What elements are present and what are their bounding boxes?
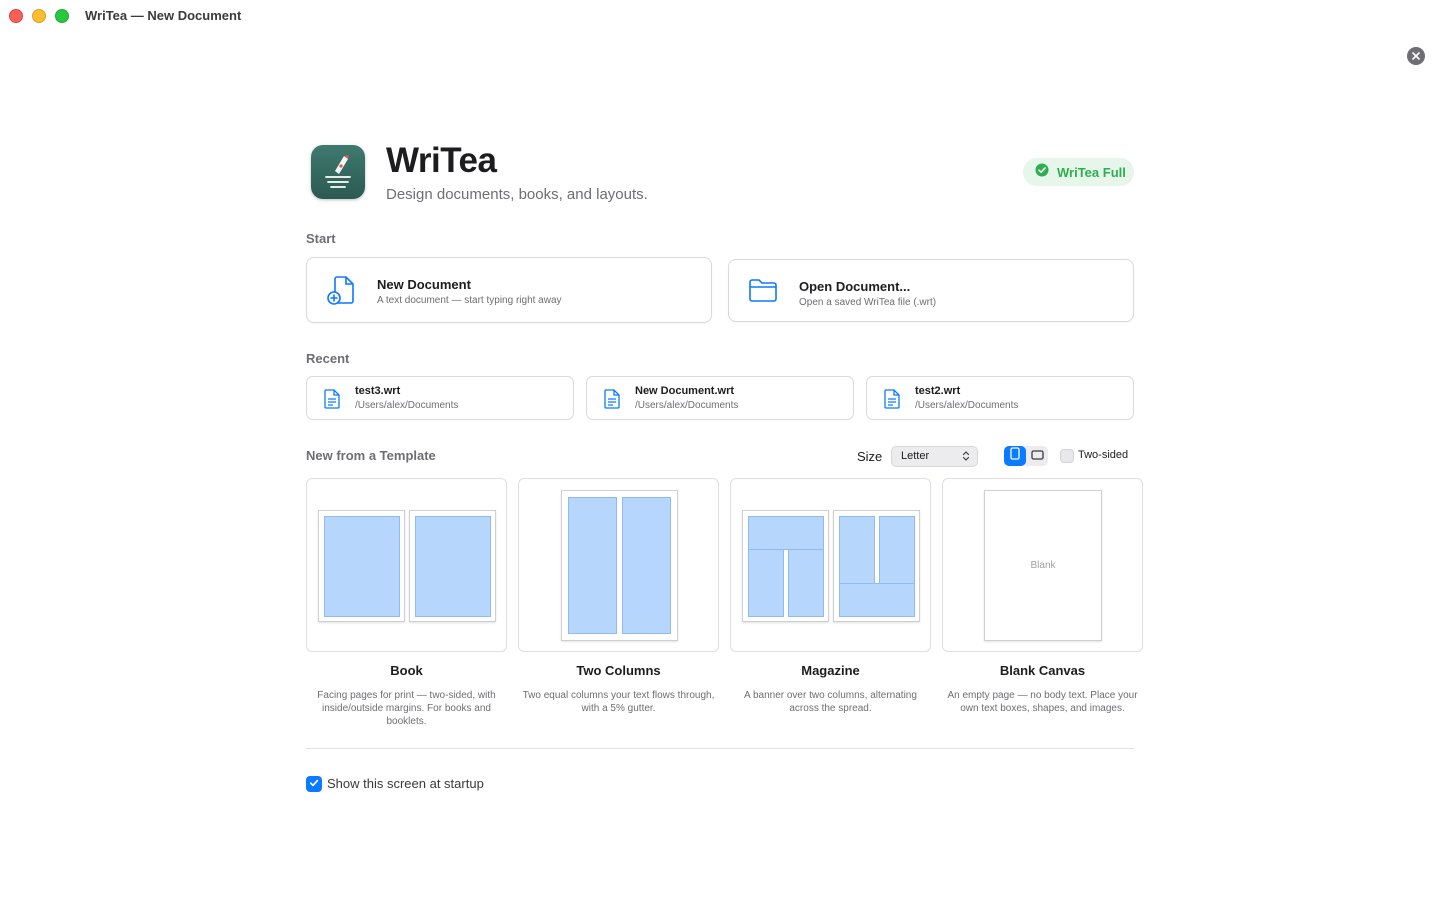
checkmark-icon xyxy=(309,775,319,793)
divider xyxy=(306,748,1134,749)
recent-item-path: /Users/alex/Documents xyxy=(355,400,459,411)
right-page-preview xyxy=(833,510,920,622)
two-sided-checkbox[interactable] xyxy=(1060,449,1074,463)
document-icon xyxy=(323,389,341,409)
pen-nib-icon xyxy=(311,145,365,199)
column-block xyxy=(568,497,617,634)
template-blank-canvas-card[interactable]: Blank xyxy=(942,478,1143,652)
column-block xyxy=(788,549,824,617)
template-blank-canvas-description: An empty page — no body text. Place your… xyxy=(947,690,1138,714)
recent-item-name: test2.wrt xyxy=(915,385,961,397)
template-two-columns-title: Two Columns xyxy=(576,663,661,678)
open-document-title: Open Document... xyxy=(799,279,911,294)
size-label: Size xyxy=(857,449,883,464)
page-preview xyxy=(561,490,678,641)
template-book-title: Book xyxy=(390,663,423,678)
check-seal-icon xyxy=(1035,163,1049,182)
template-two-columns-description: Two equal columns your text flows throug… xyxy=(522,690,715,714)
left-page-preview xyxy=(318,510,405,622)
welcome-window: WriTea — New Document WriTea Design docu… xyxy=(0,0,1440,900)
recent-item-name: test3.wrt xyxy=(355,385,401,397)
window-minimize-button[interactable] xyxy=(32,9,46,23)
left-page-preview xyxy=(742,510,829,622)
column-block xyxy=(748,549,784,617)
templates-section-label: New from a Template xyxy=(306,448,436,463)
template-blank-canvas-title: Blank Canvas xyxy=(999,663,1086,678)
template-magazine-title: Magazine xyxy=(801,663,860,678)
template-book-description: Facing pages for print — two-sided, with… xyxy=(317,690,496,727)
recent-item-path: /Users/alex/Documents xyxy=(635,400,739,411)
recent-section-label: Recent xyxy=(306,351,350,366)
document-icon xyxy=(883,389,901,409)
template-magazine-description: A banner over two columns, alternating a… xyxy=(744,690,917,714)
new-document-subtitle: A text document — start typing right awa… xyxy=(377,295,562,306)
new-document-title: New Document xyxy=(377,277,471,292)
size-select[interactable]: Letter xyxy=(891,446,978,467)
folder-icon xyxy=(747,274,779,306)
title-bar: WriTea — New Document xyxy=(0,0,1440,32)
template-book-card[interactable] xyxy=(306,478,507,652)
recent-item-test2[interactable]: test2.wrt /Users/alex/Documents xyxy=(866,376,1134,420)
orientation-segmented-control xyxy=(1004,446,1048,466)
right-page-preview xyxy=(409,510,496,622)
column-block xyxy=(839,516,875,584)
template-magazine-card[interactable] xyxy=(730,478,931,652)
new-document-button[interactable]: New Document A text document — start typ… xyxy=(306,257,712,323)
new-document-icon xyxy=(325,274,357,306)
banner-block xyxy=(748,516,824,550)
open-document-subtitle: Open a saved WriTea file (.wrt) xyxy=(799,297,937,308)
blank-preview-label: Blank xyxy=(1030,560,1056,571)
page-preview: Blank xyxy=(984,490,1102,641)
show-at-startup-checkbox[interactable] xyxy=(306,776,322,792)
show-at-startup-label[interactable]: Show this screen at startup xyxy=(327,776,484,791)
portrait-page-icon xyxy=(1010,447,1020,465)
app-tagline: Design documents, books, and layouts. xyxy=(386,186,648,203)
landscape-page-icon xyxy=(1030,447,1044,465)
recent-item-path: /Users/alex/Documents xyxy=(915,400,1019,411)
landscape-orientation-button[interactable] xyxy=(1026,446,1048,466)
recent-item-new-document[interactable]: New Document.wrt /Users/alex/Documents xyxy=(586,376,854,420)
size-select-value: Letter xyxy=(901,450,930,462)
template-two-columns-card[interactable] xyxy=(518,478,719,652)
dismiss-close-icon[interactable] xyxy=(1407,47,1425,65)
document-icon xyxy=(603,389,621,409)
text-block xyxy=(324,516,400,617)
text-block xyxy=(415,516,491,617)
license-badge[interactable]: WriTea Full xyxy=(1023,158,1134,186)
chevron-up-down-icon xyxy=(962,450,970,462)
recent-item-test3[interactable]: test3.wrt /Users/alex/Documents xyxy=(306,376,574,420)
banner-block xyxy=(839,583,915,617)
window-close-button[interactable] xyxy=(9,9,23,23)
column-block xyxy=(879,516,915,584)
portrait-orientation-button[interactable] xyxy=(1004,446,1026,466)
recent-item-name: New Document.wrt xyxy=(635,385,735,397)
window-title: WriTea — New Document xyxy=(85,8,242,23)
window-zoom-button[interactable] xyxy=(55,9,69,23)
column-block xyxy=(622,497,671,634)
license-badge-label: WriTea Full xyxy=(1057,164,1126,180)
start-section-label: Start xyxy=(306,231,336,246)
open-document-button[interactable]: Open Document... Open a saved WriTea fil… xyxy=(728,259,1134,322)
app-name: WriTea xyxy=(386,141,497,180)
two-sided-label: Two-sided xyxy=(1078,449,1129,461)
